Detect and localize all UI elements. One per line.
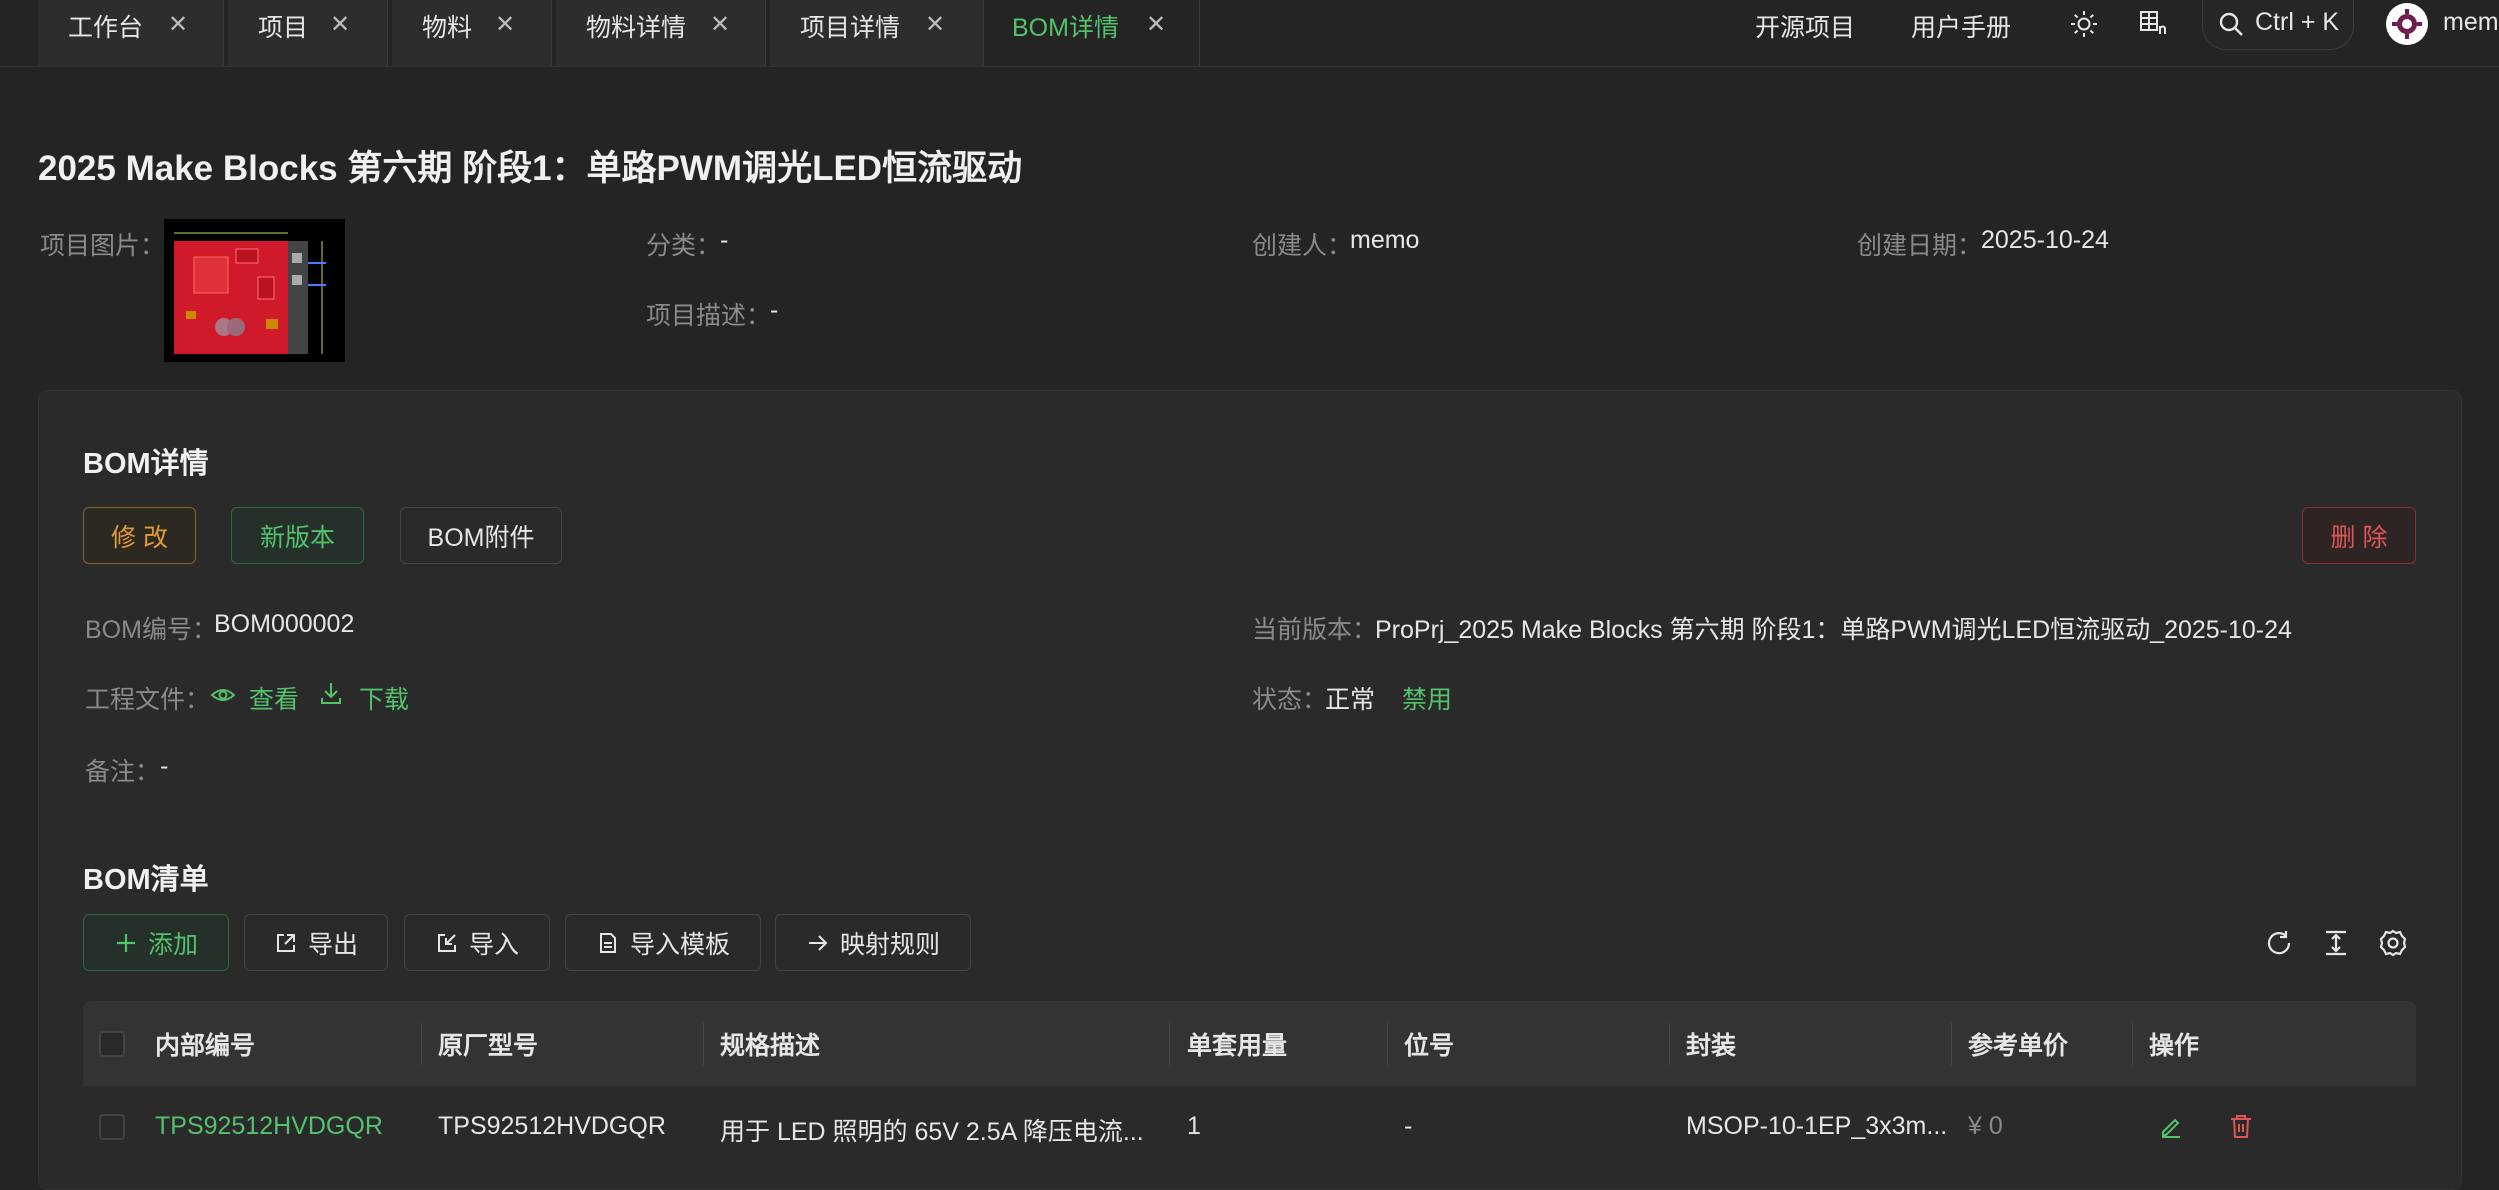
cell-model: TPS92512HVDGQR: [438, 1112, 666, 1140]
close-icon[interactable]: ✕: [710, 10, 730, 39]
internal-code-link[interactable]: TPS92512HVDGQR: [155, 1112, 383, 1141]
bom-list-title: BOM清单: [83, 864, 209, 896]
search-button[interactable]: Ctrl + K: [2202, 0, 2354, 50]
add-label: 添加: [147, 930, 198, 959]
cell-package: MSOP-10-1EP_3x3m...: [1686, 1112, 1948, 1140]
import-label: 导入: [468, 930, 519, 959]
eye-icon: [210, 682, 236, 713]
delete-button[interactable]: 删 除: [2302, 507, 2416, 564]
created-date-label: 创建日期：: [1857, 232, 1983, 260]
description-value: -: [770, 296, 779, 324]
column-actions: 操作: [2149, 1032, 2200, 1060]
import-template-button[interactable]: 导入模板: [565, 914, 761, 971]
row-checkbox[interactable]: [99, 1114, 125, 1140]
select-all-checkbox[interactable]: [99, 1031, 125, 1057]
disable-link[interactable]: 禁用: [1402, 680, 1452, 716]
file-icon: [599, 932, 616, 953]
project-files-label: 工程文件：: [85, 686, 211, 714]
edit-icon[interactable]: [2158, 1113, 2184, 1144]
search-shortcut: Ctrl + K: [2255, 8, 2340, 36]
user-manual-link[interactable]: 用户手册: [1911, 8, 2011, 44]
theme-toggle-icon[interactable]: [2066, 6, 2102, 42]
close-icon[interactable]: ✕: [925, 10, 945, 39]
bom-section-title: BOM详情: [83, 448, 209, 480]
open-source-link[interactable]: 开源项目: [1755, 8, 1855, 44]
tab-material-detail[interactable]: 物料详情 ✕: [556, 0, 766, 66]
current-version-label: 当前版本：: [1252, 616, 1378, 644]
edit-button[interactable]: 修 改: [83, 507, 196, 564]
user-name[interactable]: mem: [2443, 8, 2499, 37]
bom-code-label: BOM编号：: [85, 616, 217, 644]
close-icon[interactable]: ✕: [1146, 10, 1166, 39]
note-label: 备注：: [85, 758, 161, 786]
tab-label: 工作台: [68, 14, 144, 42]
cell-spec: 用于 LED 照明的 65V 2.5A 降压电流...: [720, 1118, 1144, 1146]
category-value: -: [720, 226, 729, 254]
column-quantity[interactable]: 单套用量: [1187, 1026, 1287, 1062]
search-icon: [2217, 10, 2245, 43]
tab-bar: 工作台 ✕ 项目 ✕ 物料 ✕ 物料详情 ✕ 项目详情 ✕ BOM详情 ✕ 开源…: [0, 0, 2499, 67]
arrow-right-icon: [808, 934, 828, 951]
density-icon[interactable]: [2321, 928, 2351, 963]
status-value: 正常: [1325, 686, 1376, 714]
column-designator[interactable]: 位号: [1404, 1026, 1454, 1062]
project-image-label: 项目图片：: [40, 232, 166, 260]
creator-label: 创建人：: [1252, 232, 1353, 260]
tab-bom-detail[interactable]: BOM详情 ✕: [988, 0, 1200, 66]
close-icon[interactable]: ✕: [495, 10, 515, 39]
tab-label: 项目详情: [800, 14, 901, 42]
page-title: 2025 Make Blocks 第六期 阶段1：单路PWM调光LED恒流驱动: [38, 149, 1023, 188]
export-label: 导出: [307, 930, 358, 959]
close-icon[interactable]: ✕: [330, 10, 350, 39]
settings-icon[interactable]: [2378, 928, 2408, 963]
mapping-rules-label: 映射规则: [839, 930, 940, 959]
export-icon: [276, 933, 295, 952]
tab-materials[interactable]: 物料 ✕: [392, 0, 552, 66]
cell-quantity: 1: [1187, 1112, 1201, 1140]
bom-code-value: BOM000002: [214, 610, 355, 638]
status-label: 状态：: [1252, 686, 1328, 714]
download-file-link[interactable]: 下载: [359, 680, 409, 716]
tab-label: 项目: [258, 14, 309, 42]
refresh-icon[interactable]: [2264, 928, 2294, 963]
import-button[interactable]: 导入: [404, 914, 550, 971]
import-icon: [437, 933, 456, 952]
tab-workbench[interactable]: 工作台 ✕: [38, 0, 224, 66]
language-icon[interactable]: [2136, 6, 2172, 42]
cell-designator: -: [1404, 1112, 1413, 1140]
table-row: [83, 1086, 2416, 1156]
creator-value: memo: [1350, 226, 1420, 254]
avatar[interactable]: [2386, 3, 2428, 45]
table-header: 内部编号 原厂型号 规格描述 单套用量 位号 封装 参考单价 操作: [83, 1001, 2416, 1086]
tab-label: BOM详情: [1012, 14, 1119, 42]
new-version-button[interactable]: 新版本: [231, 507, 364, 564]
close-icon[interactable]: ✕: [168, 10, 188, 39]
note-value: -: [160, 752, 169, 780]
tab-label: 物料: [422, 14, 473, 42]
cell-price: ¥ 0: [1968, 1112, 2003, 1140]
column-manufacturer-model[interactable]: 原厂型号: [438, 1026, 538, 1062]
category-label: 分类：: [646, 232, 722, 260]
created-date-value: 2025-10-24: [1981, 226, 2109, 254]
column-internal-code[interactable]: 内部编号: [155, 1026, 255, 1062]
tab-projects[interactable]: 项目 ✕: [228, 0, 388, 66]
description-label: 项目描述：: [646, 302, 772, 330]
project-thumbnail[interactable]: [164, 219, 345, 362]
bom-attachment-button[interactable]: BOM附件: [400, 507, 562, 564]
add-button[interactable]: 添加: [83, 914, 229, 971]
export-button[interactable]: 导出: [244, 914, 388, 971]
column-spec[interactable]: 规格描述: [720, 1026, 820, 1062]
import-template-label: 导入模板: [629, 930, 730, 959]
download-icon: [318, 680, 344, 711]
column-package[interactable]: 封装: [1686, 1026, 1736, 1062]
mapping-rules-button[interactable]: 映射规则: [775, 914, 971, 971]
column-ref-price[interactable]: 参考单价: [1968, 1026, 2068, 1062]
delete-icon[interactable]: [2228, 1113, 2254, 1144]
plus-icon: [116, 933, 135, 952]
tab-project-detail[interactable]: 项目详情 ✕: [770, 0, 984, 66]
view-file-link[interactable]: 查看: [249, 680, 299, 716]
current-version-value: ProPrj_2025 Make Blocks 第六期 阶段1：单路PWM调光L…: [1375, 616, 2292, 644]
tab-label: 物料详情: [586, 14, 687, 42]
